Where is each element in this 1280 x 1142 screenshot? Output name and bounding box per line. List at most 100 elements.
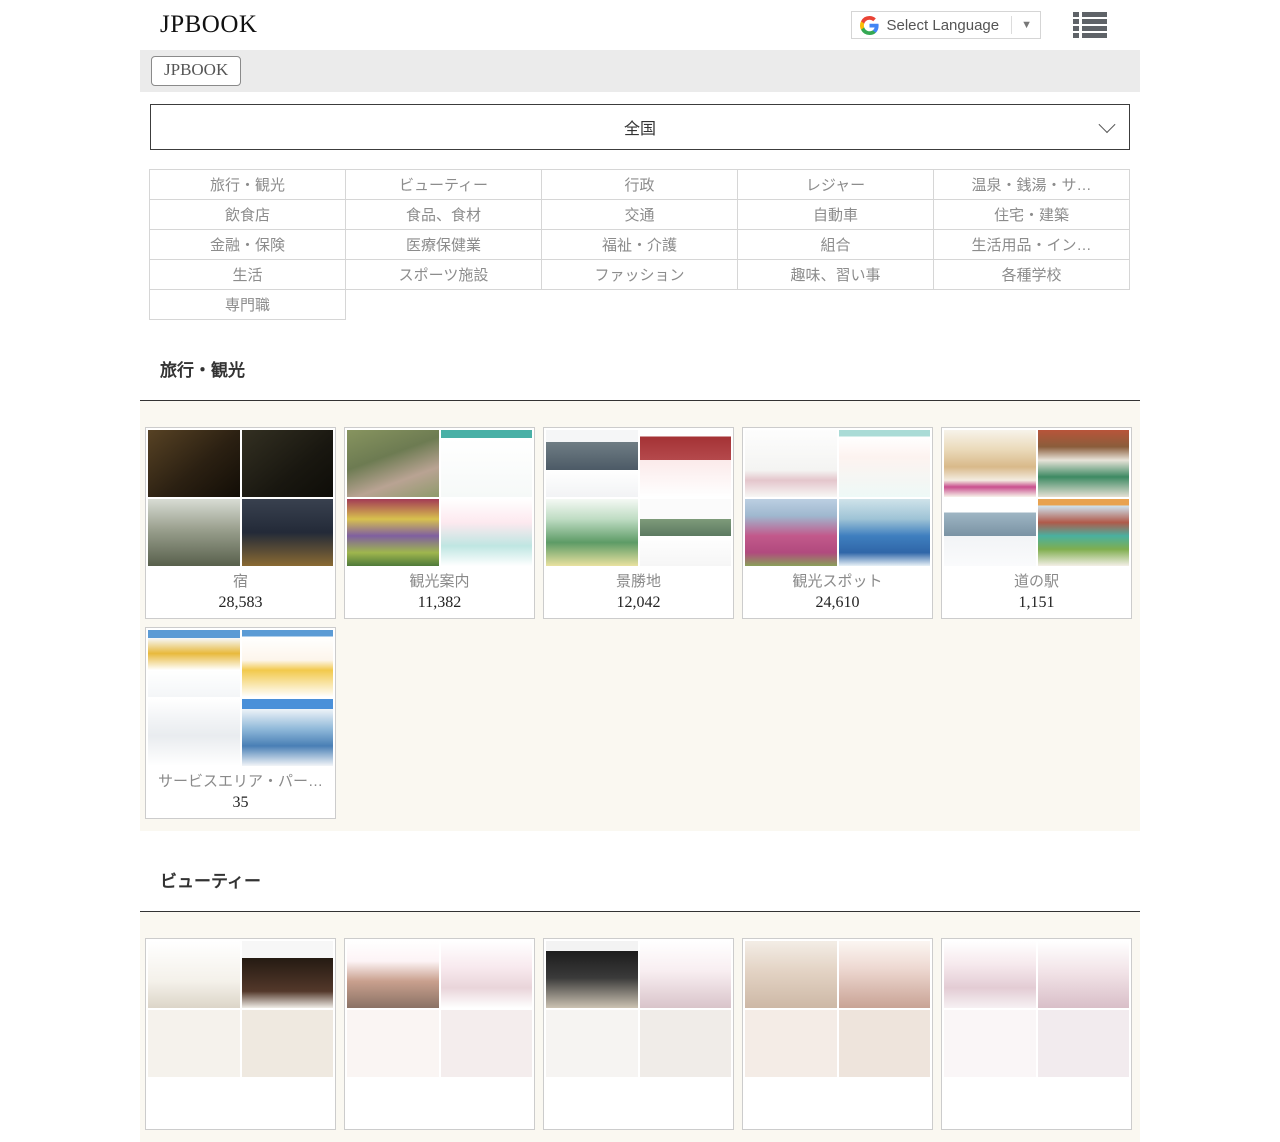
thumbnail-image — [347, 1010, 439, 1077]
subcategory-card[interactable]: 宿 28,583 — [145, 427, 336, 619]
thumbnail-image — [148, 430, 240, 497]
category-link[interactable]: 生活 — [149, 259, 346, 290]
category-link[interactable]: 各種学校 — [933, 259, 1130, 290]
category-link[interactable]: スポーツ施設 — [345, 259, 542, 290]
header-actions: Select Language ▼ — [851, 11, 1141, 39]
category-section: 旅行・観光 宿 28,583 観光案内 11,382 景勝地 12,042 — [140, 356, 1140, 831]
thumbnail-image — [441, 430, 533, 497]
thumbnail-grid — [944, 941, 1129, 1077]
subcategory-card[interactable]: 観光スポット 24,610 — [742, 427, 933, 619]
category-link[interactable]: 生活用品・イン… — [933, 229, 1130, 260]
thumbnail-image — [1038, 1010, 1130, 1077]
card-label — [347, 1082, 532, 1103]
card-count — [546, 1103, 731, 1124]
category-link[interactable]: 趣味、習い事 — [737, 259, 934, 290]
breadcrumb-home-button[interactable]: JPBOOK — [151, 56, 241, 86]
category-link[interactable]: ビューティー — [345, 169, 542, 200]
thumbnail-image — [546, 1010, 638, 1077]
card-label: サービスエリア・パー… — [148, 771, 333, 792]
category-link[interactable]: 旅行・観光 — [149, 169, 346, 200]
thumbnail-image — [242, 630, 334, 697]
category-sections: 旅行・観光 宿 28,583 観光案内 11,382 景勝地 12,042 — [140, 356, 1140, 1142]
thumbnail-image — [944, 430, 1036, 497]
category-link[interactable]: 専門職 — [149, 289, 346, 320]
list-menu-icon[interactable] — [1073, 12, 1107, 38]
card-count — [944, 1103, 1129, 1124]
card-count: 1,151 — [944, 592, 1129, 613]
card-label — [148, 1082, 333, 1103]
category-link[interactable]: 行政 — [541, 169, 738, 200]
category-link[interactable]: レジャー — [737, 169, 934, 200]
thumbnail-image — [148, 1010, 240, 1077]
category-link[interactable]: 組合 — [737, 229, 934, 260]
card-label: 道の駅 — [944, 571, 1129, 592]
thumbnail-image — [242, 499, 334, 566]
header: JPBOOK Select Language ▼ — [140, 0, 1140, 50]
page: JPBOOK Select Language ▼ — [140, 0, 1140, 1142]
category-link[interactable]: 住宅・建築 — [933, 199, 1130, 230]
card-count — [347, 1103, 532, 1124]
thumbnail-image — [745, 499, 837, 566]
thumbnail-grid — [148, 430, 333, 566]
thumbnail-image — [745, 430, 837, 497]
thumbnail-image — [546, 941, 638, 1008]
thumbnail-image — [242, 941, 334, 1008]
subcategory-card[interactable] — [344, 938, 535, 1130]
thumbnail-image — [944, 1010, 1036, 1077]
thumbnail-image — [839, 1010, 931, 1077]
thumbnail-grid — [148, 630, 333, 766]
thumbnail-image — [148, 630, 240, 697]
subcategory-card[interactable]: 景勝地 12,042 — [543, 427, 734, 619]
subcategory-card[interactable]: 道の駅 1,151 — [941, 427, 1132, 619]
category-grid: 旅行・観光ビューティー行政レジャー温泉・銭湯・サ… 飲食店食品、食材交通自動車住宅… — [150, 170, 1130, 320]
thumbnail-image — [546, 430, 638, 497]
thumbnail-image — [242, 699, 334, 766]
thumbnail-image — [441, 499, 533, 566]
card-count: 28,583 — [148, 592, 333, 613]
thumbnail-image — [944, 941, 1036, 1008]
thumbnail-image — [148, 499, 240, 566]
thumbnail-image — [1038, 941, 1130, 1008]
category-link[interactable]: 自動車 — [737, 199, 934, 230]
section-title: ビューティー — [140, 867, 1140, 892]
card-label: 宿 — [148, 571, 333, 592]
thumbnail-image — [944, 499, 1036, 566]
card-label: 景勝地 — [546, 571, 731, 592]
thumbnail-image — [546, 499, 638, 566]
thumbnail-image — [347, 430, 439, 497]
thumbnail-image — [745, 1010, 837, 1077]
category-link[interactable]: 医療保健業 — [345, 229, 542, 260]
thumbnail-grid — [944, 430, 1129, 566]
translate-label: Select Language — [887, 17, 1000, 34]
thumbnail-grid — [148, 941, 333, 1077]
subcategory-card[interactable] — [941, 938, 1132, 1130]
region-select[interactable]: 全国 — [150, 104, 1130, 150]
card-count: 35 — [148, 792, 333, 813]
thumbnail-image — [839, 941, 931, 1008]
google-translate-widget[interactable]: Select Language ▼ — [851, 11, 1042, 39]
card-count — [745, 1103, 930, 1124]
thumbnail-image — [347, 941, 439, 1008]
subcategory-card[interactable]: サービスエリア・パー… 35 — [145, 627, 336, 819]
category-link[interactable]: 食品、食材 — [345, 199, 542, 230]
subcategory-card[interactable] — [145, 938, 336, 1130]
thumbnail-image — [1038, 430, 1130, 497]
thumbnail-image — [745, 941, 837, 1008]
google-icon — [860, 16, 879, 35]
card-label: 観光案内 — [347, 571, 532, 592]
category-link[interactable]: 福祉・介護 — [541, 229, 738, 260]
category-link[interactable]: 交通 — [541, 199, 738, 230]
subcategory-card[interactable]: 観光案内 11,382 — [344, 427, 535, 619]
chevron-down-icon: ▼ — [1021, 19, 1032, 31]
subcategory-card[interactable] — [742, 938, 933, 1130]
card-label — [944, 1082, 1129, 1103]
category-link[interactable]: 温泉・銭湯・サ… — [933, 169, 1130, 200]
thumbnail-image — [242, 430, 334, 497]
category-link[interactable]: 金融・保険 — [149, 229, 346, 260]
thumbnail-grid — [546, 430, 731, 566]
subcategory-card[interactable] — [543, 938, 734, 1130]
category-link[interactable]: 飲食店 — [149, 199, 346, 230]
thumbnail-grid — [745, 430, 930, 566]
category-link[interactable]: ファッション — [541, 259, 738, 290]
thumbnail-grid — [347, 430, 532, 566]
